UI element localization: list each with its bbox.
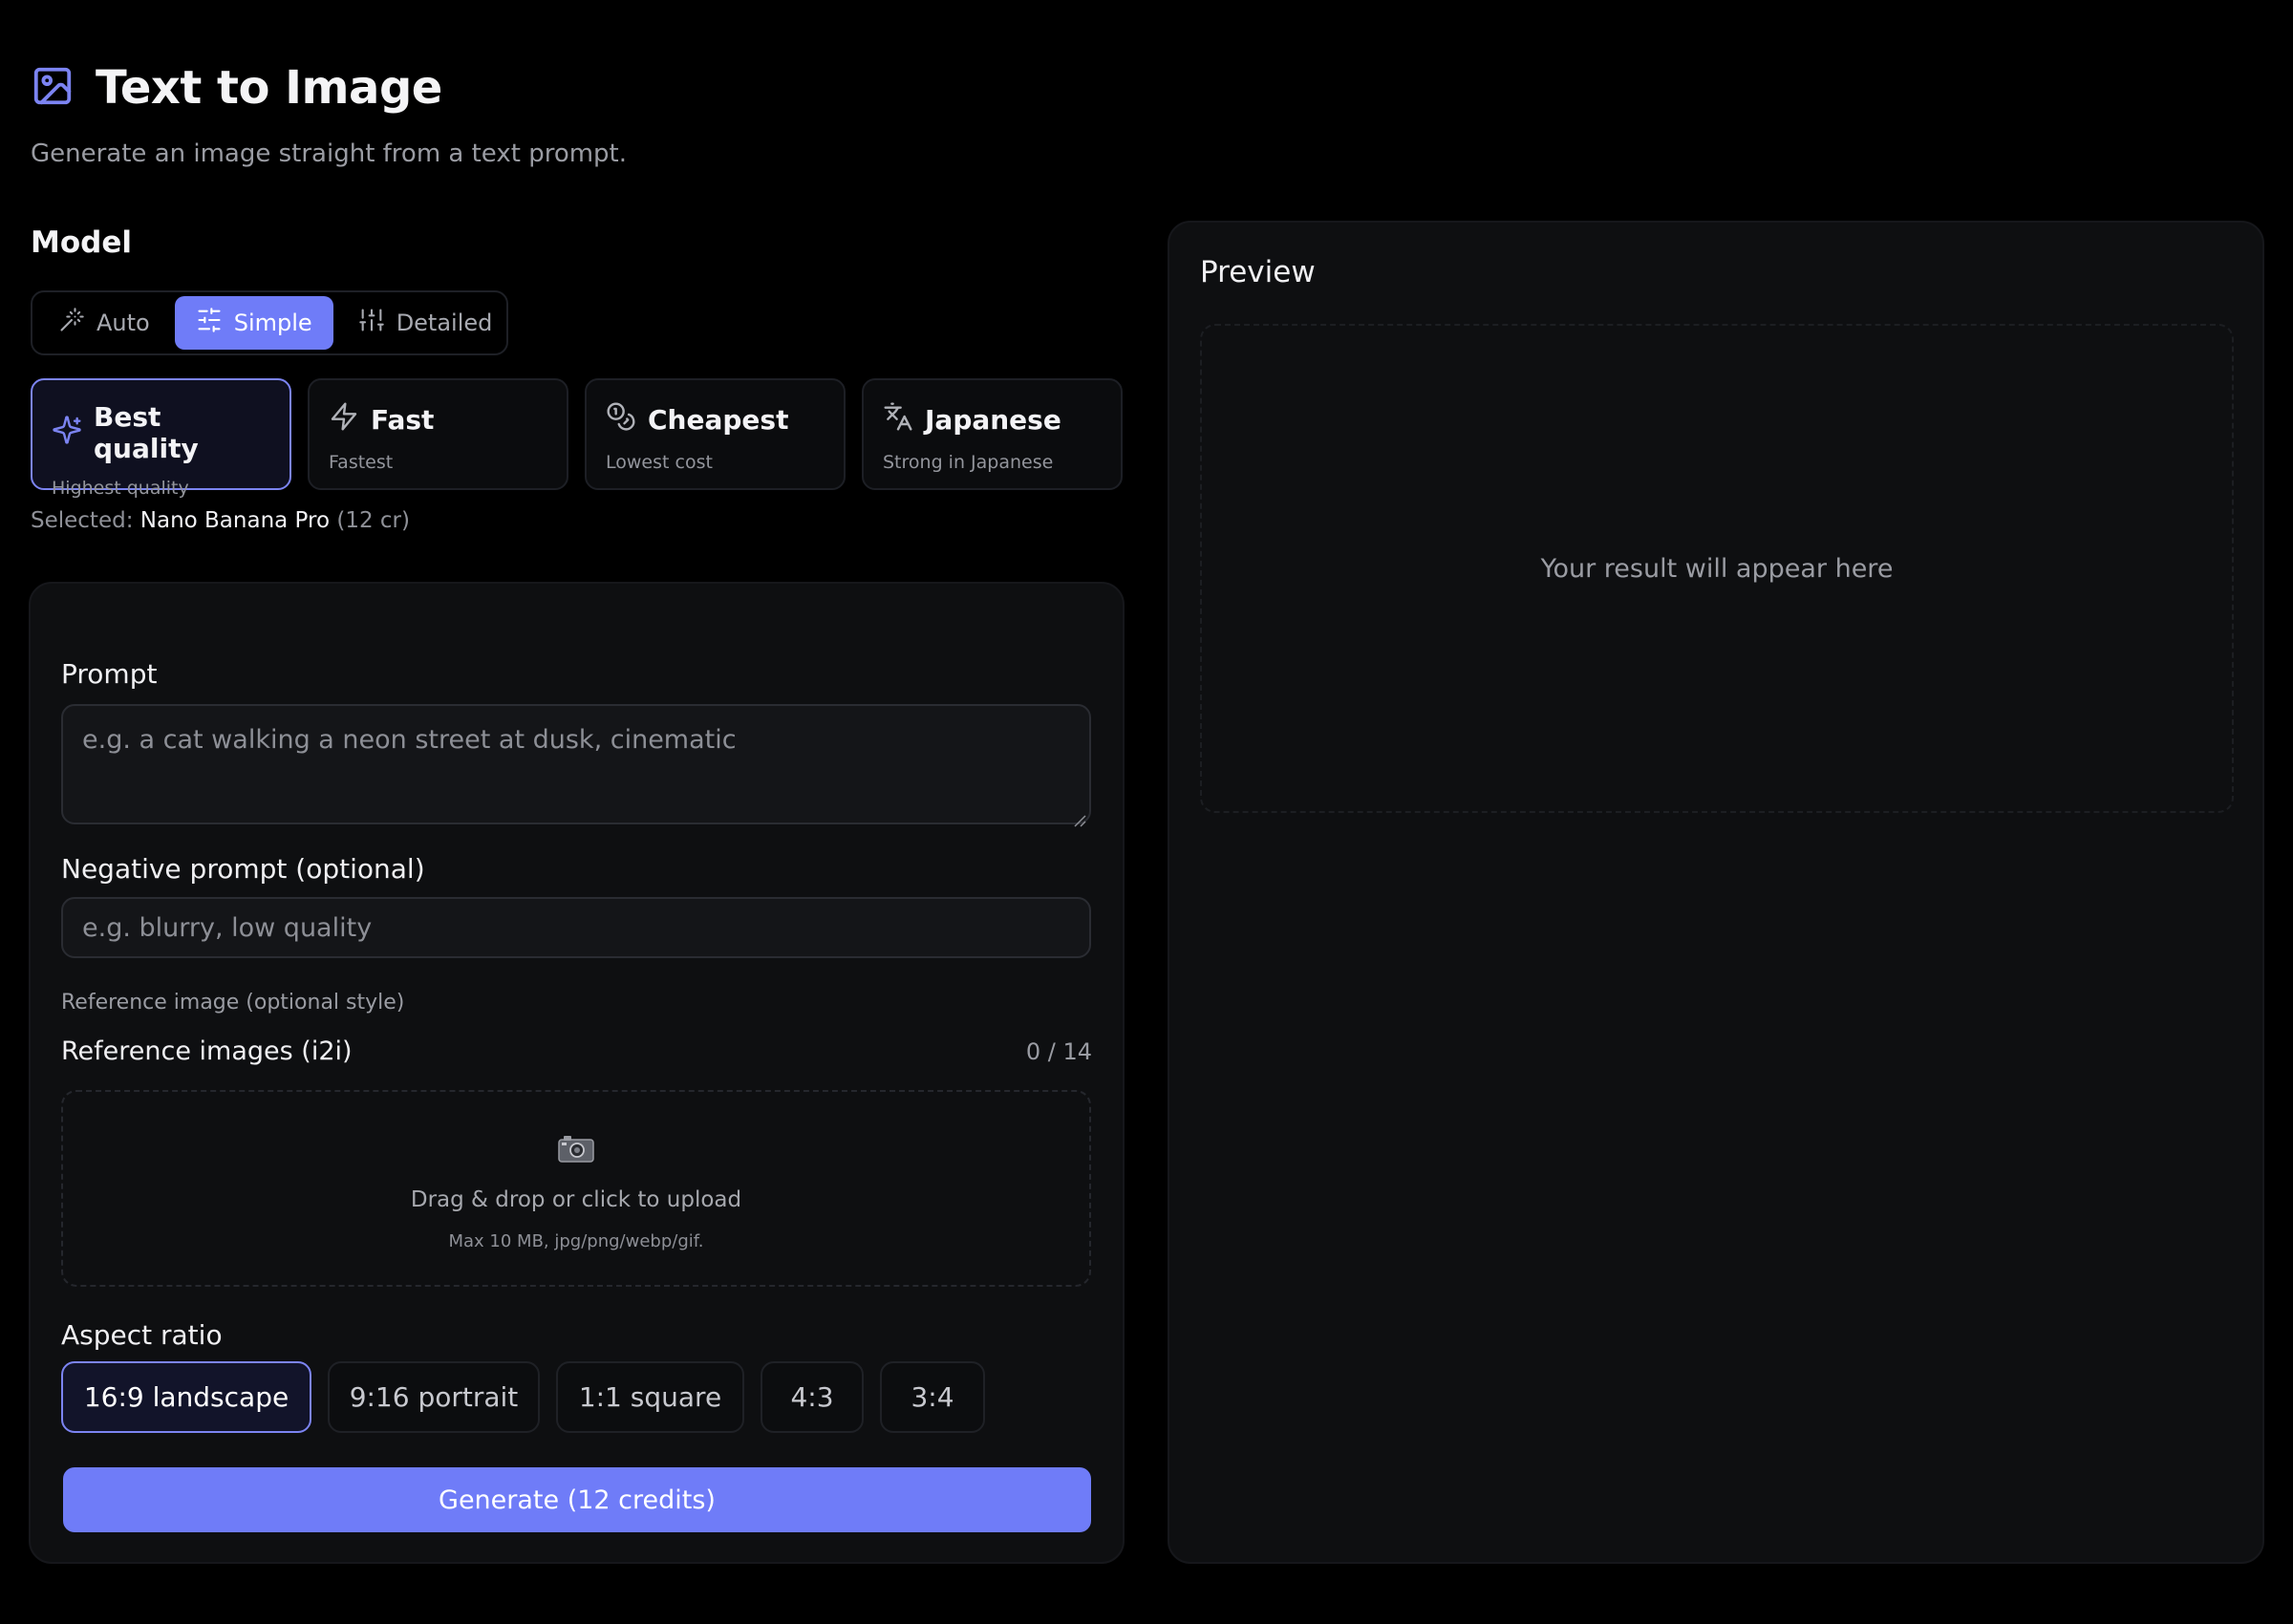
mode-simple-label: Simple [233, 310, 312, 336]
aspect-9-16-button[interactable]: 9:16 portrait [328, 1361, 540, 1433]
sparkles-icon [52, 415, 82, 452]
selected-model-name: Nano Banana Pro [139, 508, 331, 533]
reference-images-count: 0 / 14 [1025, 1038, 1092, 1065]
prompt-textarea[interactable]: e.g. a cat walking a neon street at dusk… [61, 704, 1091, 827]
preview-panel: Preview Your result will appear here [1168, 221, 2264, 1564]
quality-best-label: Best quality [94, 401, 199, 464]
quality-fast-card[interactable]: Fast Fastest [308, 378, 568, 490]
aspect-ratio-options: 16:9 landscape 9:16 portrait 1:1 square … [61, 1361, 985, 1433]
prompt-label: Prompt [61, 658, 158, 690]
mode-toggle-group: Auto Simple Detailed [31, 290, 508, 355]
negative-prompt-placeholder: e.g. blurry, low quality [82, 912, 373, 943]
coins-icon [606, 401, 636, 438]
aspect-4-3-button[interactable]: 4:3 [761, 1361, 864, 1433]
sliders-vertical-icon [358, 307, 385, 339]
mode-simple-button[interactable]: Simple [174, 296, 333, 350]
page-subtitle: Generate an image straight from a text p… [31, 139, 628, 168]
mode-detailed-label: Detailed [396, 310, 493, 336]
lightning-icon [329, 401, 359, 438]
image-icon [31, 64, 75, 112]
aspect-3-4-button[interactable]: 3:4 [880, 1361, 985, 1433]
aspect-1-1-button[interactable]: 1:1 square [556, 1361, 744, 1433]
generation-form: Prompt e.g. a cat walking a neon street … [29, 582, 1125, 1564]
aspect-ratio-label: Aspect ratio [61, 1319, 223, 1351]
magic-wand-icon [58, 307, 85, 339]
quality-fast-sub: Fastest [329, 452, 394, 473]
negative-prompt-label: Negative prompt (optional) [61, 853, 425, 885]
upload-dropzone[interactable]: Drag & drop or click to upload Max 10 MB… [61, 1090, 1091, 1287]
quality-best-card[interactable]: Best quality Highest quality [31, 378, 291, 499]
mode-auto-button[interactable]: Auto [37, 296, 171, 350]
quality-options: Best quality Highest quality Fast Fastes… [31, 378, 1123, 499]
sliders-horizontal-icon [196, 307, 223, 339]
quality-japanese-sub: Strong in Japanese [883, 452, 1054, 473]
quality-japanese-label: Japanese [925, 404, 1061, 436]
quality-cheapest-label: Cheapest [648, 404, 789, 436]
reference-images-label: Reference images (i2i) [61, 1036, 353, 1066]
quality-fast-label: Fast [371, 404, 435, 436]
quality-japanese-card[interactable]: Japanese Strong in Japanese [862, 378, 1123, 490]
selected-prefix: Selected: [31, 508, 134, 533]
quality-cheapest-sub: Lowest cost [606, 452, 713, 473]
resize-grip-icon[interactable] [1071, 804, 1086, 827]
quality-best-sub: Highest quality [52, 478, 189, 499]
preview-area: Your result will appear here [1200, 324, 2234, 813]
preview-title: Preview [1200, 255, 1316, 289]
dropzone-main-text: Drag & drop or click to upload [410, 1187, 742, 1212]
preview-placeholder: Your result will appear here [1540, 553, 1894, 584]
mode-detailed-button[interactable]: Detailed [337, 296, 514, 350]
translate-icon [883, 401, 913, 438]
page-header: Text to Image [31, 61, 442, 115]
selected-model-line: Selected: Nano Banana Pro (12 cr) [31, 508, 410, 533]
mode-auto-label: Auto [96, 310, 150, 336]
page-title: Text to Image [96, 61, 442, 115]
negative-prompt-input[interactable]: e.g. blurry, low quality [61, 897, 1091, 958]
reference-image-small-label: Reference image (optional style) [61, 991, 405, 1015]
aspect-16-9-button[interactable]: 16:9 landscape [61, 1361, 311, 1433]
model-section-label: Model [31, 225, 132, 260]
prompt-placeholder: e.g. a cat walking a neon street at dusk… [82, 725, 737, 755]
selected-model-cost: (12 cr) [336, 508, 410, 533]
dropzone-sub-text: Max 10 MB, jpg/png/webp/gif. [448, 1231, 704, 1251]
quality-cheapest-card[interactable]: Cheapest Lowest cost [585, 378, 846, 490]
generate-button[interactable]: Generate (12 credits) [63, 1467, 1091, 1532]
camera-icon [558, 1134, 594, 1166]
